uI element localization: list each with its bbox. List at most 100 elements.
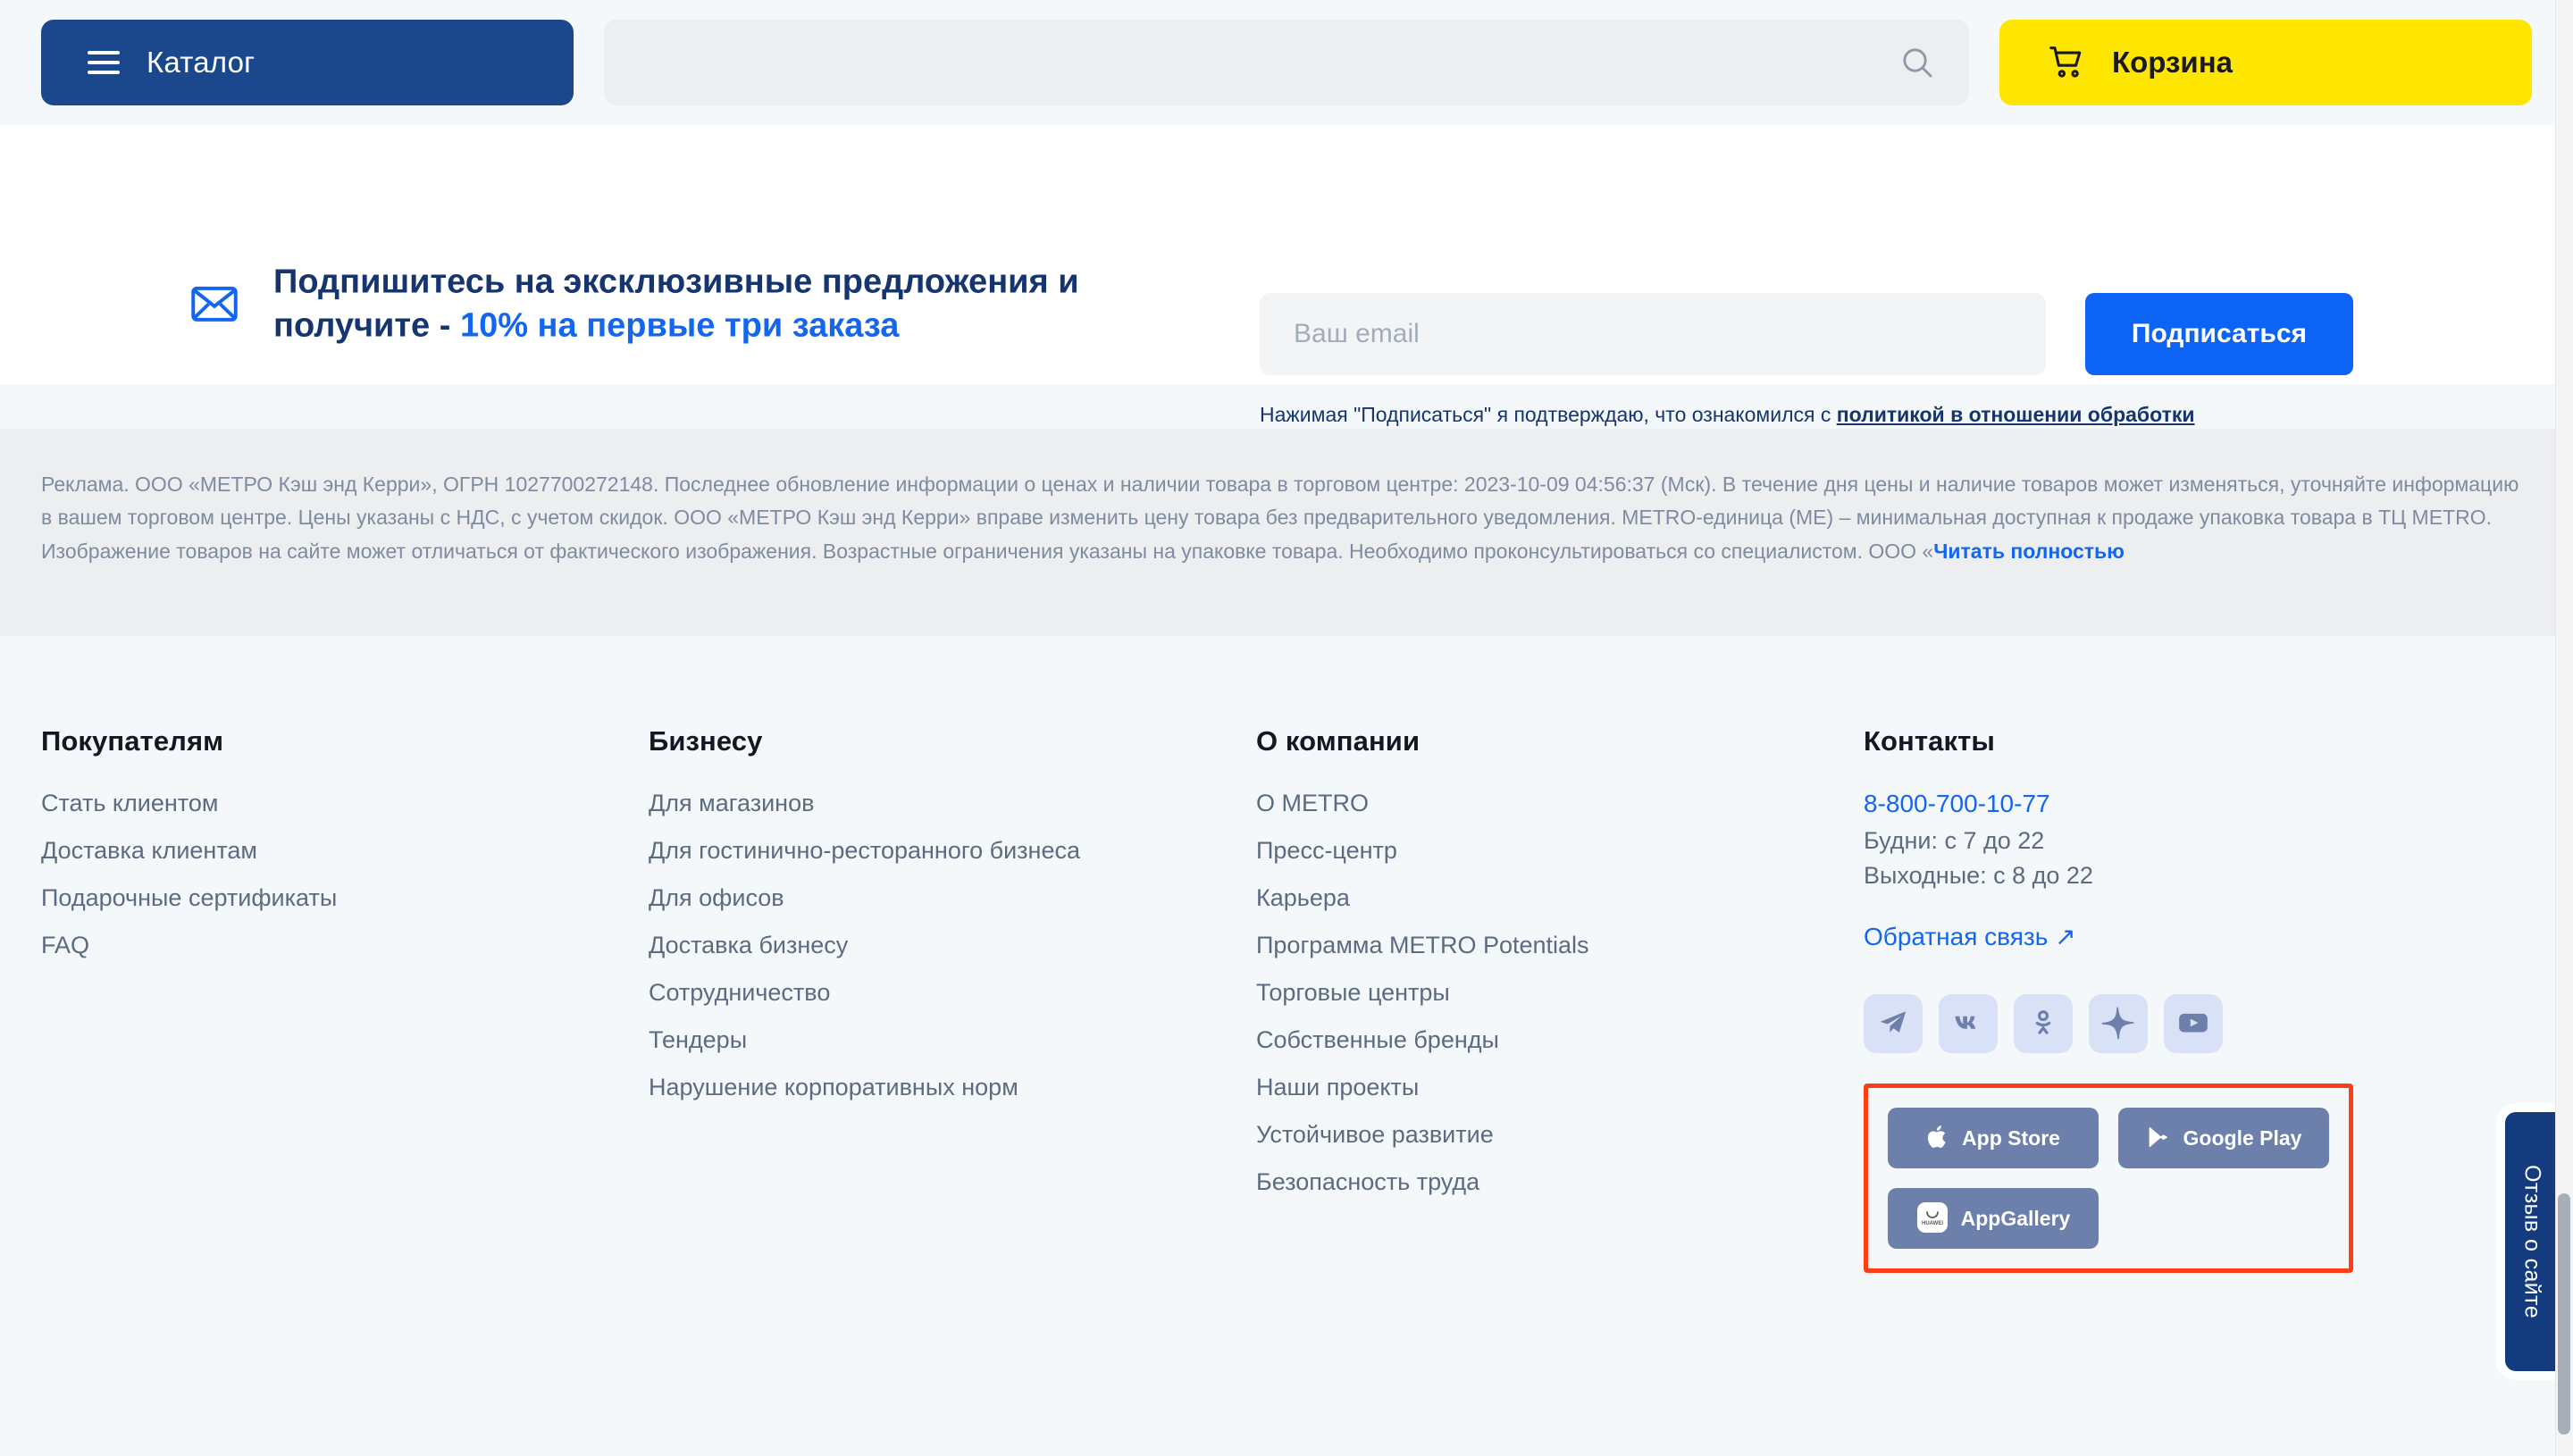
newsletter-heading-line1: Подпишитесь на эксклюзивные предложения … bbox=[273, 263, 1079, 301]
footer-column-contacts: Контакты 8-800-700-10-77 Будни: с 7 до 2… bbox=[1864, 725, 2489, 1274]
svg-text:HUAWEI: HUAWEI bbox=[1922, 1221, 1943, 1226]
zen-icon bbox=[2101, 1006, 2135, 1042]
search-icon[interactable] bbox=[1898, 43, 1937, 82]
footer-link-become-client[interactable]: Стать клиентом bbox=[41, 790, 218, 816]
newsletter-subscribe-button[interactable]: Подписаться bbox=[2085, 293, 2353, 375]
list-item: Подарочные сертификаты bbox=[41, 884, 649, 912]
hours-weekdays: Будни: с 7 до 22 bbox=[1864, 827, 2045, 854]
footer-link-horeca[interactable]: Для гостинично-ресторанного бизнеса bbox=[649, 837, 1080, 864]
app-badges-row-1: App Store Google Play bbox=[1888, 1108, 2329, 1169]
site-feedback-tab-label: Отзыв о сайте bbox=[2519, 1164, 2545, 1319]
footer-column-buyers: Покупателям Стать клиентом Доставка клие… bbox=[41, 725, 649, 1273]
site-feedback-tab[interactable]: Отзыв о сайте bbox=[2505, 1112, 2559, 1371]
footer-link-for-offices[interactable]: Для офисов bbox=[649, 884, 784, 911]
social-link-youtube[interactable] bbox=[2164, 994, 2223, 1054]
google-play-badge[interactable]: Google Play bbox=[2118, 1108, 2329, 1169]
app-store-label: App Store bbox=[1962, 1125, 2060, 1150]
search-input[interactable] bbox=[604, 20, 1969, 105]
social-link-zen[interactable] bbox=[2089, 994, 2148, 1054]
read-more-link[interactable]: Читать полностью bbox=[1933, 540, 2125, 563]
footer-link-list: О METRO Пресс-центр Карьера Программа ME… bbox=[1256, 790, 1864, 1196]
list-item: Нарушение корпоративных норм bbox=[649, 1074, 1256, 1101]
list-item: Доставка клиентам bbox=[41, 837, 649, 865]
telegram-icon bbox=[1878, 1008, 1908, 1041]
footer-link-our-projects[interactable]: Наши проекты bbox=[1256, 1074, 1419, 1100]
footer-link-gift-certificates[interactable]: Подарочные сертификаты bbox=[41, 884, 337, 911]
list-item: Программа METRO Potentials bbox=[1256, 932, 1864, 959]
catalog-button[interactable]: Каталог bbox=[41, 20, 574, 105]
footer-link-compliance[interactable]: Нарушение корпоративных норм bbox=[649, 1074, 1018, 1100]
footer-link-shopping-centers[interactable]: Торговые центры bbox=[1256, 979, 1450, 1006]
app-download-badges-highlight: App Store Google Play HUAWEI AppGallery bbox=[1864, 1084, 2353, 1274]
footer-column-title: Покупателям bbox=[41, 725, 224, 757]
youtube-icon bbox=[2176, 1006, 2210, 1042]
page-root: Каталог Корзина Подпишитесь на эксклюзив… bbox=[0, 0, 2573, 1456]
list-item: Стать клиентом bbox=[41, 790, 649, 817]
list-item: О METRO bbox=[1256, 790, 1864, 817]
footer-link-list: Стать клиентом Доставка клиентам Подароч… bbox=[41, 790, 649, 959]
shopping-cart-icon bbox=[2046, 41, 2087, 85]
appgallery-label: AppGallery bbox=[1960, 1206, 2071, 1230]
footer-link-about-metro[interactable]: О METRO bbox=[1256, 790, 1369, 816]
legal-disclaimer-section: Реклама. ООО «МЕТРО Кэш энд Керри», ОГРН… bbox=[0, 429, 2573, 636]
footer-link-own-brands[interactable]: Собственные бренды bbox=[1256, 1026, 1499, 1053]
newsletter-headline-group: Подпишитесь на эксклюзивные предложения … bbox=[188, 260, 1079, 347]
page-scrollbar-thumb[interactable] bbox=[2558, 1193, 2570, 1435]
footer-column-title: Бизнесу bbox=[649, 725, 763, 757]
list-item: Тендеры bbox=[649, 1026, 1256, 1054]
list-item: Карьера bbox=[1256, 884, 1864, 912]
disclaimer-body: Реклама. ООО «МЕТРО Кэш энд Керри», ОГРН… bbox=[41, 473, 2519, 563]
list-item: Безопасность труда bbox=[1256, 1168, 1864, 1196]
footer-link-list: Для магазинов Для гостинично-ресторанног… bbox=[649, 790, 1256, 1101]
app-store-badge[interactable]: App Store bbox=[1888, 1108, 2099, 1169]
site-footer: Покупателям Стать клиентом Доставка клие… bbox=[0, 636, 2573, 1456]
list-item: Устойчивое развитие bbox=[1256, 1121, 1864, 1149]
contact-phone-link[interactable]: 8-800-700-10-77 bbox=[1864, 790, 2489, 818]
footer-link-delivery-business[interactable]: Доставка бизнесу bbox=[649, 932, 848, 958]
envelope-icon bbox=[188, 277, 241, 331]
footer-link-faq[interactable]: FAQ bbox=[41, 932, 89, 958]
newsletter-heading-line2-plain: получите - bbox=[273, 306, 460, 344]
appgallery-badge[interactable]: HUAWEI AppGallery bbox=[1888, 1188, 2099, 1250]
list-item: Для магазинов bbox=[649, 790, 1256, 817]
footer-column-business: Бизнесу Для магазинов Для гостинично-рес… bbox=[649, 725, 1256, 1273]
site-header: Каталог Корзина bbox=[0, 0, 2573, 125]
google-play-label: Google Play bbox=[2183, 1125, 2302, 1150]
list-item: Для офисов bbox=[649, 884, 1256, 912]
newsletter-section: Подпишитесь на эксклюзивные предложения … bbox=[0, 125, 2573, 456]
list-item: Торговые центры bbox=[1256, 979, 1864, 1007]
footer-column-company: О компании О METRO Пресс-центр Карьера П… bbox=[1256, 725, 1864, 1273]
catalog-button-label: Каталог bbox=[147, 46, 256, 79]
social-link-telegram[interactable] bbox=[1864, 994, 1923, 1054]
footer-link-for-shops[interactable]: Для магазинов bbox=[649, 790, 814, 816]
footer-columns: Покупателям Стать клиентом Доставка клие… bbox=[41, 725, 2532, 1274]
search-bar bbox=[604, 20, 1969, 105]
footer-link-labor-safety[interactable]: Безопасность труда bbox=[1256, 1168, 1479, 1195]
page-scrollbar-track[interactable] bbox=[2555, 0, 2573, 1456]
social-link-odnoklassniki[interactable] bbox=[2014, 994, 2073, 1054]
footer-link-press-center[interactable]: Пресс-центр bbox=[1256, 837, 1397, 864]
footer-column-title: Контакты bbox=[1864, 725, 1995, 757]
list-item: Сотрудничество bbox=[649, 979, 1256, 1007]
list-item: FAQ bbox=[41, 932, 649, 959]
apple-icon bbox=[1926, 1125, 1949, 1152]
footer-link-delivery-clients[interactable]: Доставка клиентам bbox=[41, 837, 257, 864]
huawei-icon: HUAWEI bbox=[1916, 1201, 1949, 1236]
footer-link-career[interactable]: Карьера bbox=[1256, 884, 1350, 911]
app-badges-row-2: HUAWEI AppGallery bbox=[1888, 1188, 2329, 1250]
list-item: Собственные бренды bbox=[1256, 1026, 1864, 1054]
consent-prefix: Нажимая "Подписаться" я подтверждаю, что… bbox=[1260, 403, 1837, 426]
cart-button[interactable]: Корзина bbox=[1999, 20, 2532, 105]
newsletter-heading-line2-accent: 10% на первые три заказа bbox=[459, 306, 900, 344]
list-item: Доставка бизнесу bbox=[649, 932, 1256, 959]
footer-link-metro-potentials[interactable]: Программа METRO Potentials bbox=[1256, 932, 1589, 958]
footer-link-tenders[interactable]: Тендеры bbox=[649, 1026, 747, 1053]
hours-weekend: Выходные: с 8 до 22 bbox=[1864, 862, 2093, 890]
footer-link-cooperation[interactable]: Сотрудничество bbox=[649, 979, 830, 1006]
feedback-link[interactable]: Обратная связь ↗ bbox=[1864, 922, 2076, 951]
burger-menu-icon bbox=[88, 51, 120, 74]
list-item: Для гостинично-ресторанного бизнеса bbox=[649, 837, 1256, 865]
social-link-vk[interactable] bbox=[1939, 994, 1998, 1054]
footer-link-sustainability[interactable]: Устойчивое развитие bbox=[1256, 1121, 1494, 1148]
newsletter-email-input[interactable] bbox=[1260, 293, 2046, 375]
